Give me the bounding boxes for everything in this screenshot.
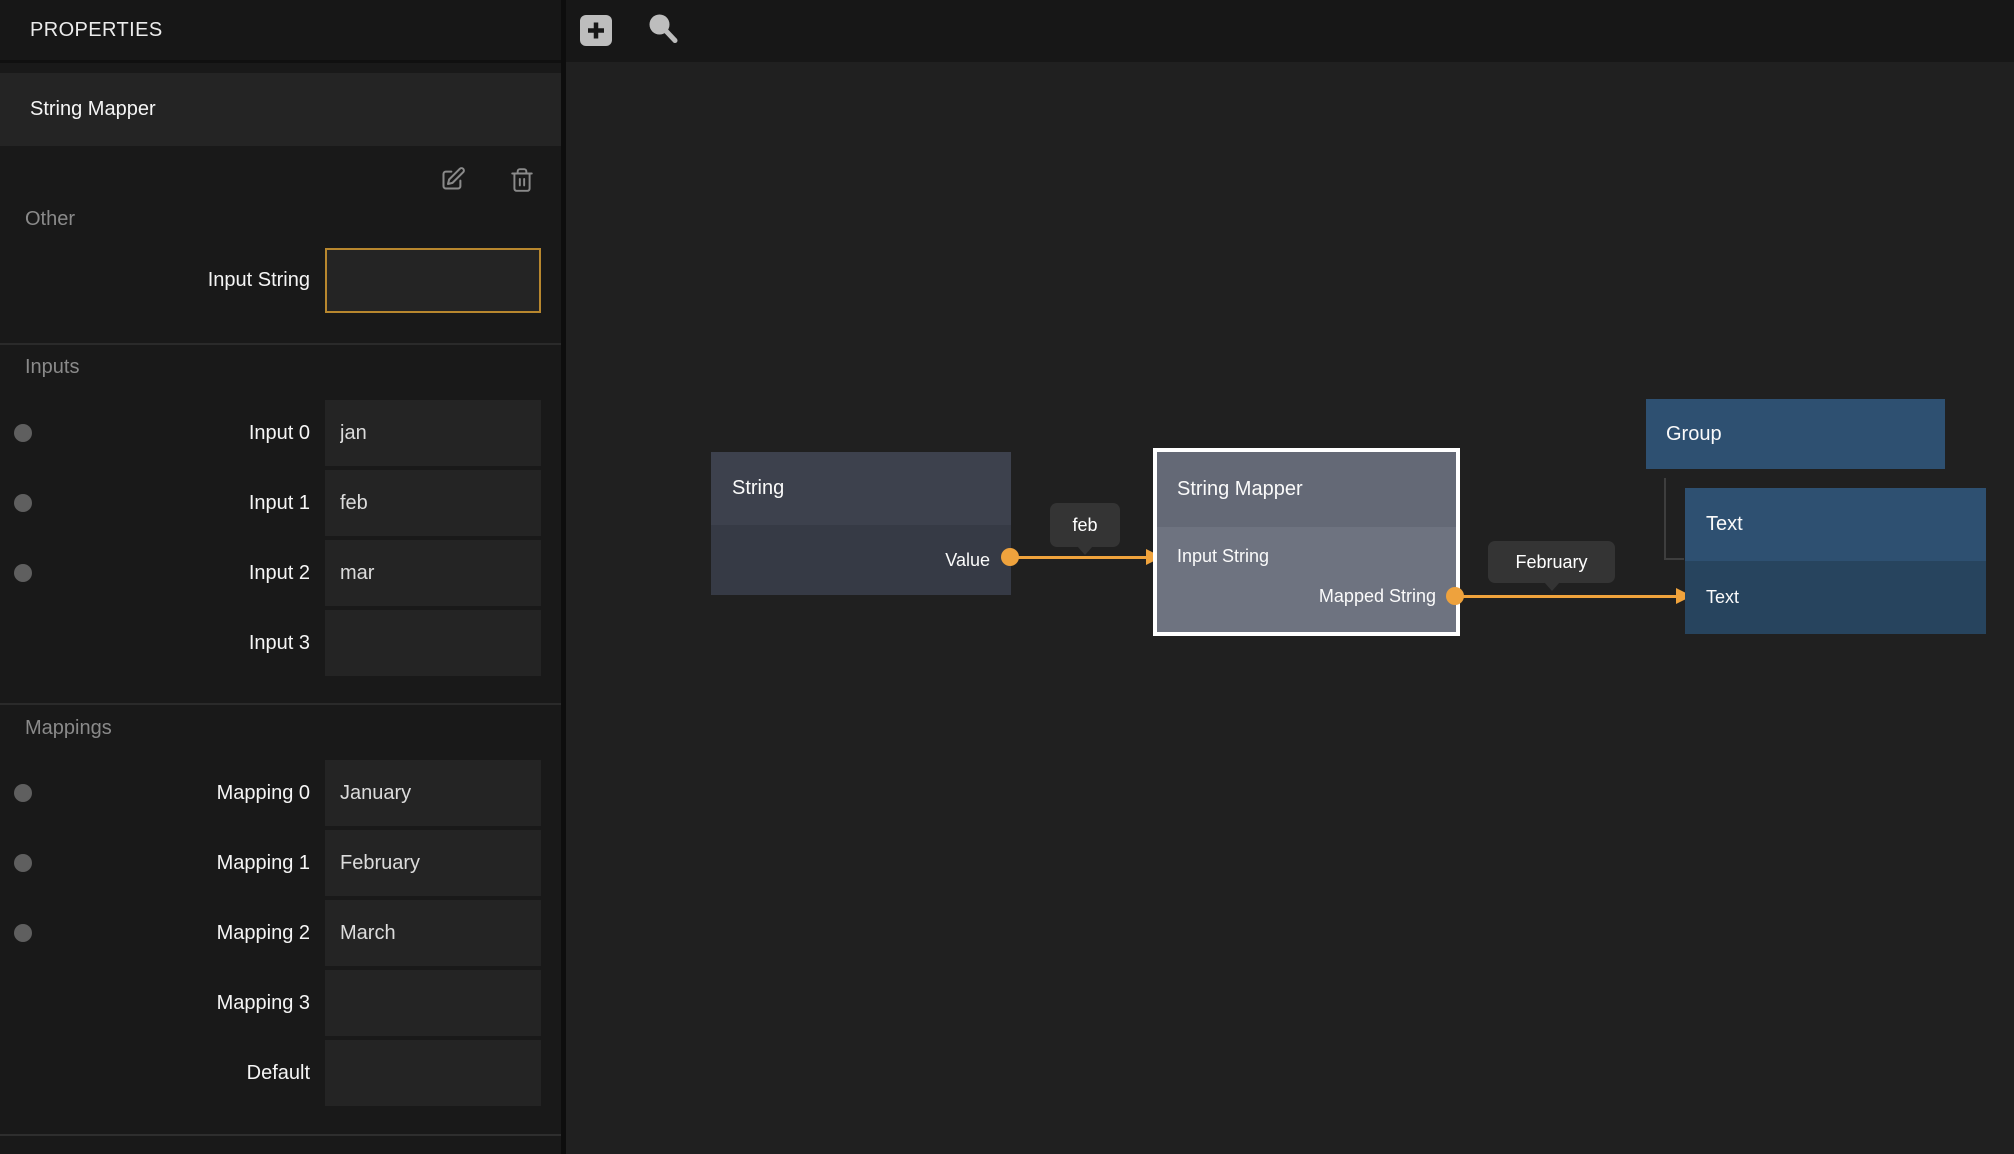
selected-node-name: String Mapper [30,73,156,146]
node-text[interactable]: Text Text [1685,488,1986,634]
output-port-label: Mapped String [1319,586,1436,607]
port-indicator [14,854,32,872]
default-field[interactable] [325,1040,541,1106]
property-label: Input 0 [0,400,310,466]
tooltip-pointer-icon [1544,582,1560,591]
mapping-0-field[interactable] [325,760,541,826]
node-group[interactable]: Group [1646,399,1945,469]
property-label: Input 1 [0,470,310,536]
property-row-mapping-3: Mapping 3 [0,970,561,1036]
node-string[interactable]: String Value [711,452,1011,595]
node-title: String [732,477,784,500]
connection-value-tooltip: February [1488,541,1615,583]
mapping-2-field[interactable] [325,900,541,966]
input-0-field[interactable] [325,400,541,466]
property-label: Input String [0,248,310,313]
input-3-field[interactable] [325,610,541,676]
group-child-connector [1664,478,1666,560]
connection-value: feb [1072,515,1097,536]
node-string-mapper-selected[interactable]: String Mapper Input String Mapped String [1153,448,1460,636]
value-output-port-dot[interactable] [1001,548,1019,566]
tooltip-pointer-icon [1077,546,1093,555]
property-label: Default [0,1040,310,1106]
search-icon [646,12,683,49]
node-title: Text [1706,513,1743,536]
canvas-toolbar [566,0,2014,62]
connection-value-tooltip: feb [1050,503,1120,547]
input-port-label: Text [1706,587,1739,608]
input-1-field[interactable] [325,470,541,536]
section-divider [0,343,561,345]
property-row-input-3: Input 3 [0,610,561,676]
property-row-input-0: Input 0 [0,400,561,466]
property-label: Input 2 [0,540,310,606]
edit-icon [439,166,466,193]
connection-february[interactable] [1455,595,1678,598]
property-label: Mapping 0 [0,760,310,826]
property-label: Input 3 [0,610,310,676]
connection-value: February [1515,552,1587,573]
section-label-mappings: Mappings [25,717,112,740]
section-label-inputs: Inputs [25,356,79,379]
group-child-connector-elbow [1664,558,1684,560]
property-row-default: Default [0,1040,561,1106]
port-indicator [14,784,32,802]
node-title: String Mapper [1177,478,1303,501]
property-row-mapping-1: Mapping 1 [0,830,561,896]
input-2-field[interactable] [325,540,541,606]
property-row-input-2: Input 2 [0,540,561,606]
input-port-label: Input String [1177,546,1269,567]
output-port-label: Value [945,550,990,571]
section-divider [0,1134,561,1136]
edit-node-button[interactable] [438,165,466,193]
property-label: Mapping 2 [0,900,310,966]
add-node-button[interactable] [579,14,613,52]
node-title: Group [1666,423,1722,446]
add-node-icon [579,14,613,47]
property-row-mapping-2: Mapping 2 [0,900,561,966]
port-indicator [14,564,32,582]
section-label-other: Other [25,208,75,231]
properties-panel-header: PROPERTIES [0,0,561,60]
property-label: Mapping 1 [0,830,310,896]
property-label: Mapping 3 [0,970,310,1036]
property-row-mapping-0: Mapping 0 [0,760,561,826]
port-indicator [14,494,32,512]
input-string-field[interactable] [325,248,541,313]
port-indicator [14,924,32,942]
connection-feb[interactable] [1010,556,1148,559]
selected-node-row: String Mapper [0,73,561,146]
search-button[interactable] [646,12,683,54]
port-indicator [14,424,32,442]
mapping-3-field[interactable] [325,970,541,1036]
header-divider [0,60,561,63]
properties-panel: PROPERTIES String Mapper Other Input Str… [0,0,566,1154]
mapped-string-output-port-dot[interactable] [1446,587,1464,605]
property-row-input-string: Input String [0,248,561,313]
panel-title: PROPERTIES [30,19,163,42]
delete-node-button[interactable] [508,166,536,194]
section-divider [0,703,561,705]
property-row-input-1: Input 1 [0,470,561,536]
mapping-1-field[interactable] [325,830,541,896]
trash-icon [509,167,535,193]
